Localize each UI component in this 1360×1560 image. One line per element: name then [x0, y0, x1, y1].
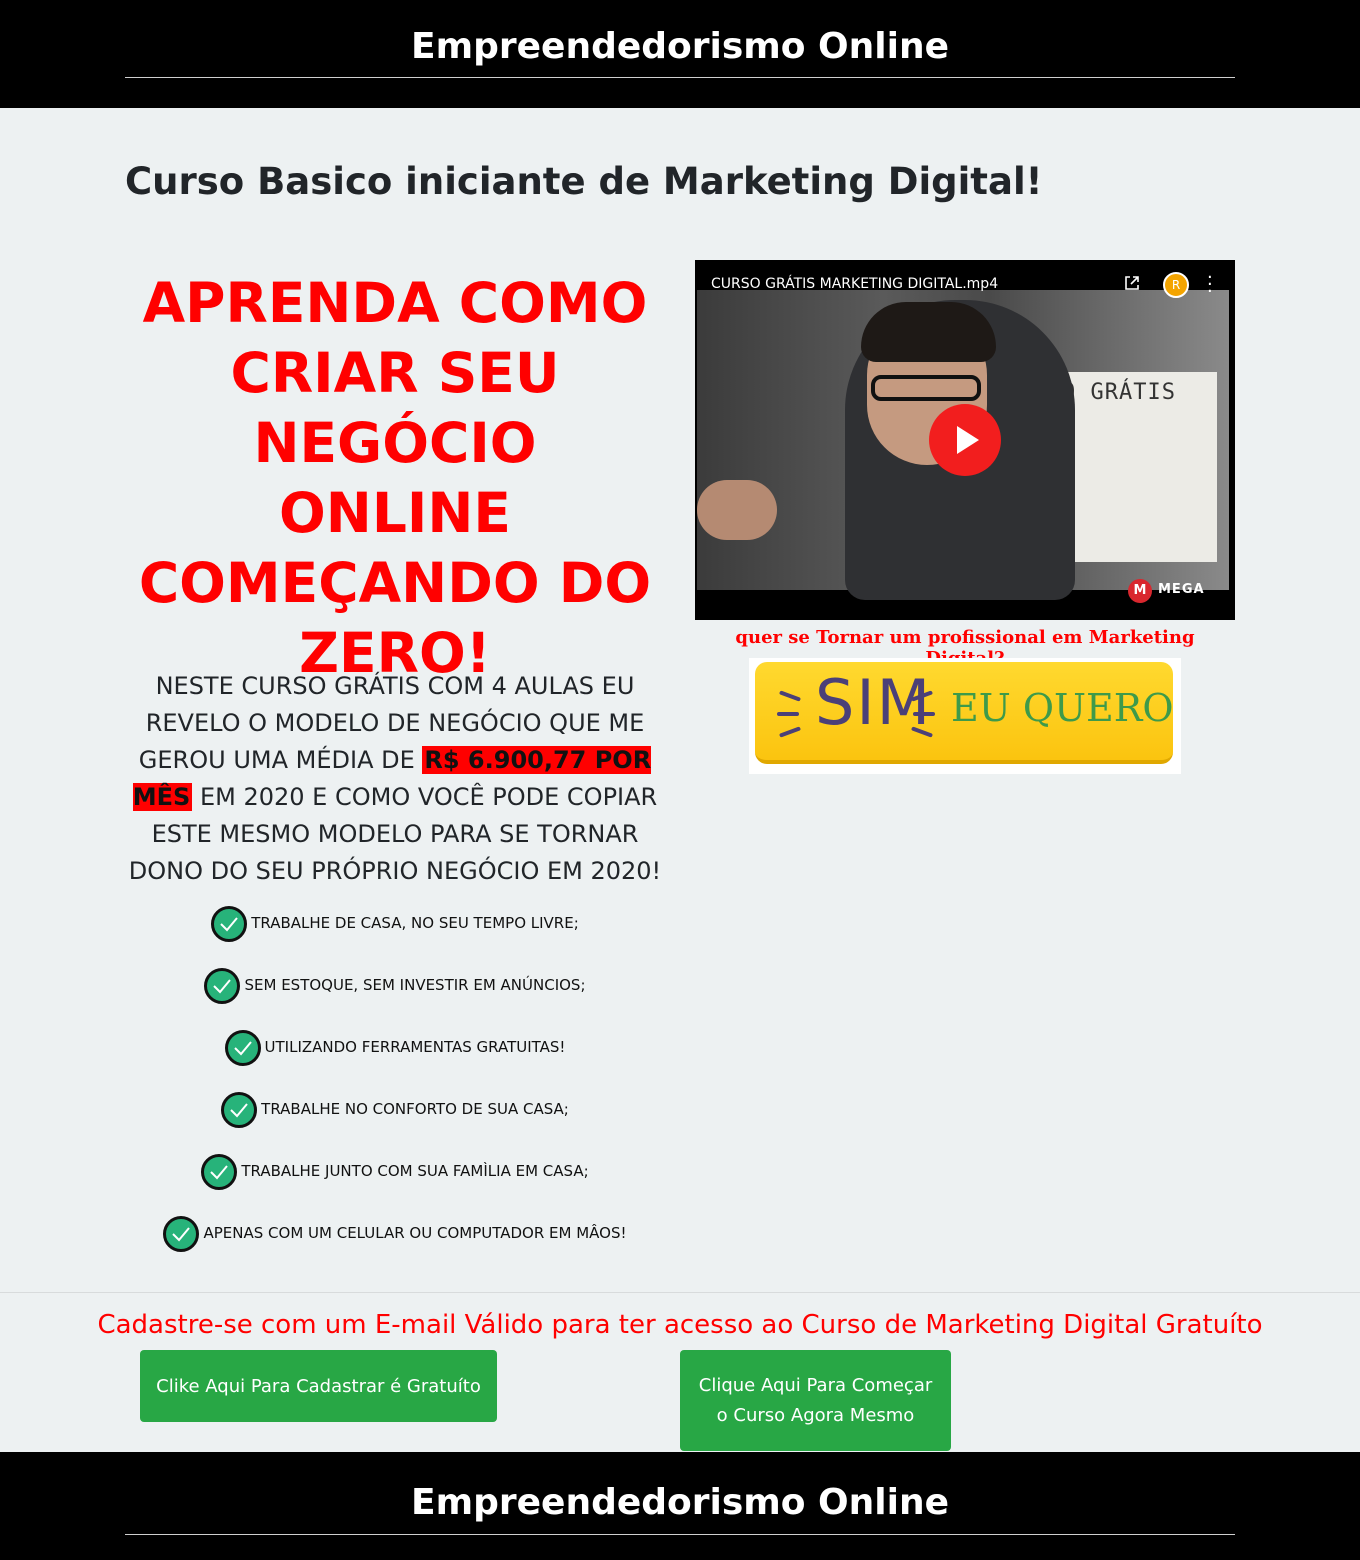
play-button[interactable] — [929, 404, 1001, 476]
mega-provider-label: MEGA — [1158, 582, 1205, 597]
benefit-text: SEM ESTOQUE, SEM INVESTIR EM ANÚNCIOS; — [244, 976, 586, 994]
intro-paragraph: NESTE CURSO GRÁTIS COM 4 AULAS EU REVELO… — [120, 668, 670, 890]
benefit-item: UTILIZANDO FERRAMENTAS GRATUITAS! — [120, 1028, 670, 1090]
check-icon — [201, 1154, 238, 1190]
account-avatar[interactable]: R — [1163, 272, 1189, 298]
benefits-list: TRABALHE DE CASA, NO SEU TEMPO LIVRE; SE… — [120, 904, 670, 1276]
benefit-item: TRABALHE DE CASA, NO SEU TEMPO LIVRE; — [120, 904, 670, 966]
main-headline: APRENDA COMO CRIAR SEU NEGÓCIO ONLINE CO… — [138, 271, 652, 685]
cta-quero-text[interactable]: EU QUERO — [951, 686, 1174, 730]
check-icon — [204, 968, 241, 1004]
section-divider — [0, 1292, 1360, 1293]
more-options-icon[interactable]: · · · — [1207, 269, 1215, 301]
footer-brand[interactable]: Empreendedorismo Online — [0, 1482, 1360, 1523]
page-title: Curso Basico iniciante de Marketing Digi… — [125, 160, 1043, 203]
mega-logo-icon: M — [1128, 579, 1152, 603]
open-external-icon[interactable] — [1123, 274, 1141, 292]
benefit-text: TRABALHE DE CASA, NO SEU TEMPO LIVRE; — [251, 914, 579, 932]
benefit-item: TRABALHE NO CONFORTO DE SUA CASA; — [120, 1090, 670, 1152]
presenter-hair — [861, 302, 996, 362]
benefit-text: TRABALHE NO CONFORTO DE SUA CASA; — [261, 1100, 569, 1118]
benefit-item: TRABALHE JUNTO COM SUA FAMÌLIA EM CASA; — [120, 1152, 670, 1214]
sim-eu-quero-button[interactable]: SIM EU QUERO — [749, 658, 1181, 774]
footer: Empreendedorismo Online — [0, 1452, 1360, 1560]
footer-divider — [125, 1534, 1235, 1535]
header-divider — [125, 77, 1235, 78]
benefit-item: SEM ESTOQUE, SEM INVESTIR EM ANÚNCIOS; — [120, 966, 670, 1028]
video-player[interactable]: CURSO GRÁTIS CURSO GRÁTIS MARKETING DIGI… — [695, 260, 1235, 620]
benefit-text: UTILIZANDO FERRAMENTAS GRATUITAS! — [264, 1038, 566, 1056]
cta-sim-text[interactable]: SIM — [815, 666, 932, 739]
benefit-item: APENAS COM UM CELULAR OU COMPUTADOR EM M… — [120, 1214, 670, 1276]
video-title[interactable]: CURSO GRÁTIS MARKETING DIGITAL.mp4 — [711, 276, 998, 292]
site-brand[interactable]: Empreendedorismo Online — [0, 26, 1360, 67]
intro-text-after: EM 2020 E COMO VOCÊ PODE COPIAR ESTE MES… — [128, 783, 662, 885]
register-button[interactable]: Clike Aqui Para Cadastrar é Gratuíto — [140, 1350, 497, 1422]
cta-ray — [777, 712, 799, 716]
check-icon — [163, 1216, 200, 1252]
register-prompt: Cadastre-se com um E-mail Válido para te… — [97, 1310, 1263, 1340]
start-course-button[interactable]: Clique Aqui Para Começar o Curso Agora M… — [680, 1350, 951, 1451]
check-icon — [224, 1030, 261, 1066]
presenter-hand — [697, 480, 777, 540]
presenter-glasses — [871, 375, 981, 401]
benefit-text: TRABALHE JUNTO COM SUA FAMÌLIA EM CASA; — [241, 1162, 589, 1180]
benefit-text: APENAS COM UM CELULAR OU COMPUTADOR EM M… — [203, 1224, 627, 1242]
check-icon — [211, 906, 248, 942]
top-header: Empreendedorismo Online — [0, 0, 1360, 108]
check-icon — [221, 1092, 258, 1128]
